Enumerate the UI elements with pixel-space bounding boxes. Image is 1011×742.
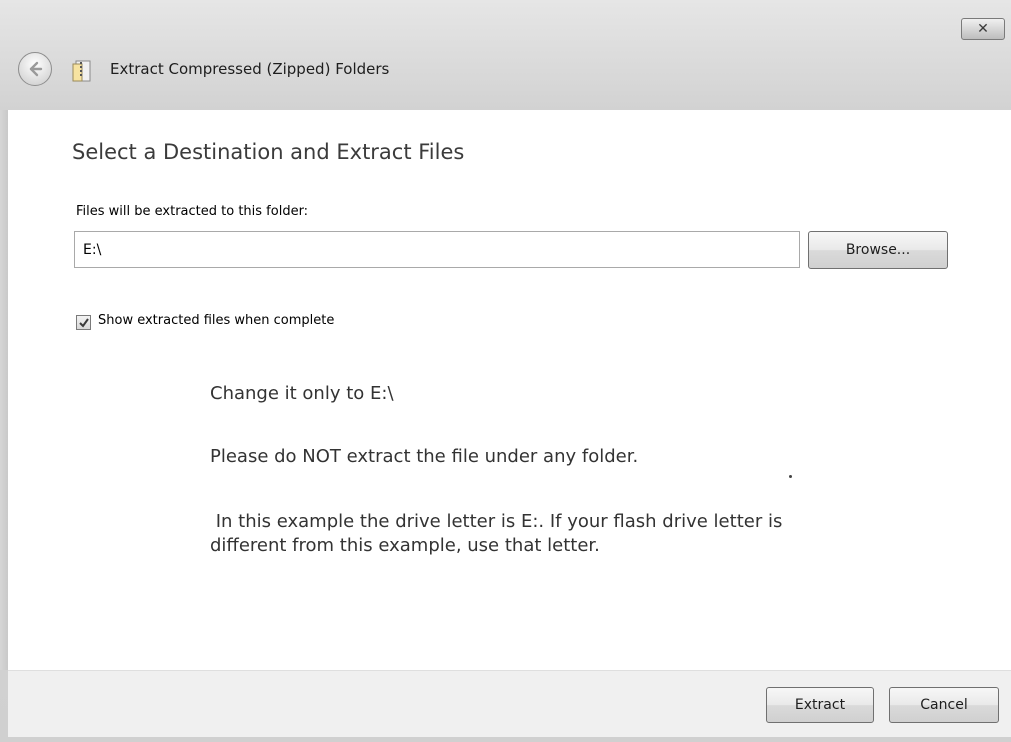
cancel-button[interactable]: Cancel [889, 687, 999, 723]
destination-label: Files will be extracted to this folder: [76, 204, 309, 219]
extract-dialog: ✕ Extract Compressed (Zipped) Folders Se… [0, 0, 1011, 742]
stray-dot [789, 475, 792, 478]
window-title: Extract Compressed (Zipped) Folders [110, 60, 390, 78]
close-icon: ✕ [977, 21, 989, 37]
zipped-folder-icon [72, 60, 91, 82]
title-bar: ✕ Extract Compressed (Zipped) Folders [0, 0, 1011, 110]
content-area: Select a Destination and Extract Files F… [8, 110, 1011, 670]
window-left-edge [0, 110, 8, 670]
back-arrow-icon [29, 61, 43, 77]
page-heading: Select a Destination and Extract Files [72, 140, 465, 164]
show-files-label: Show extracted files when complete [98, 313, 335, 328]
destination-path-input[interactable] [74, 231, 800, 268]
checkmark-icon [79, 318, 89, 328]
dialog-footer: Extract Cancel [8, 670, 1011, 737]
show-files-checkbox[interactable] [76, 315, 91, 330]
back-button[interactable] [18, 52, 52, 86]
instruction-line-2: Please do NOT extract the file under any… [210, 446, 639, 467]
close-button[interactable]: ✕ [961, 18, 1005, 40]
extract-button[interactable]: Extract [766, 687, 874, 723]
instruction-line-3: In this example the drive letter is E:. … [210, 511, 789, 556]
instruction-line-1: Change it only to E:\ [210, 383, 394, 404]
browse-button[interactable]: Browse... [808, 231, 948, 269]
